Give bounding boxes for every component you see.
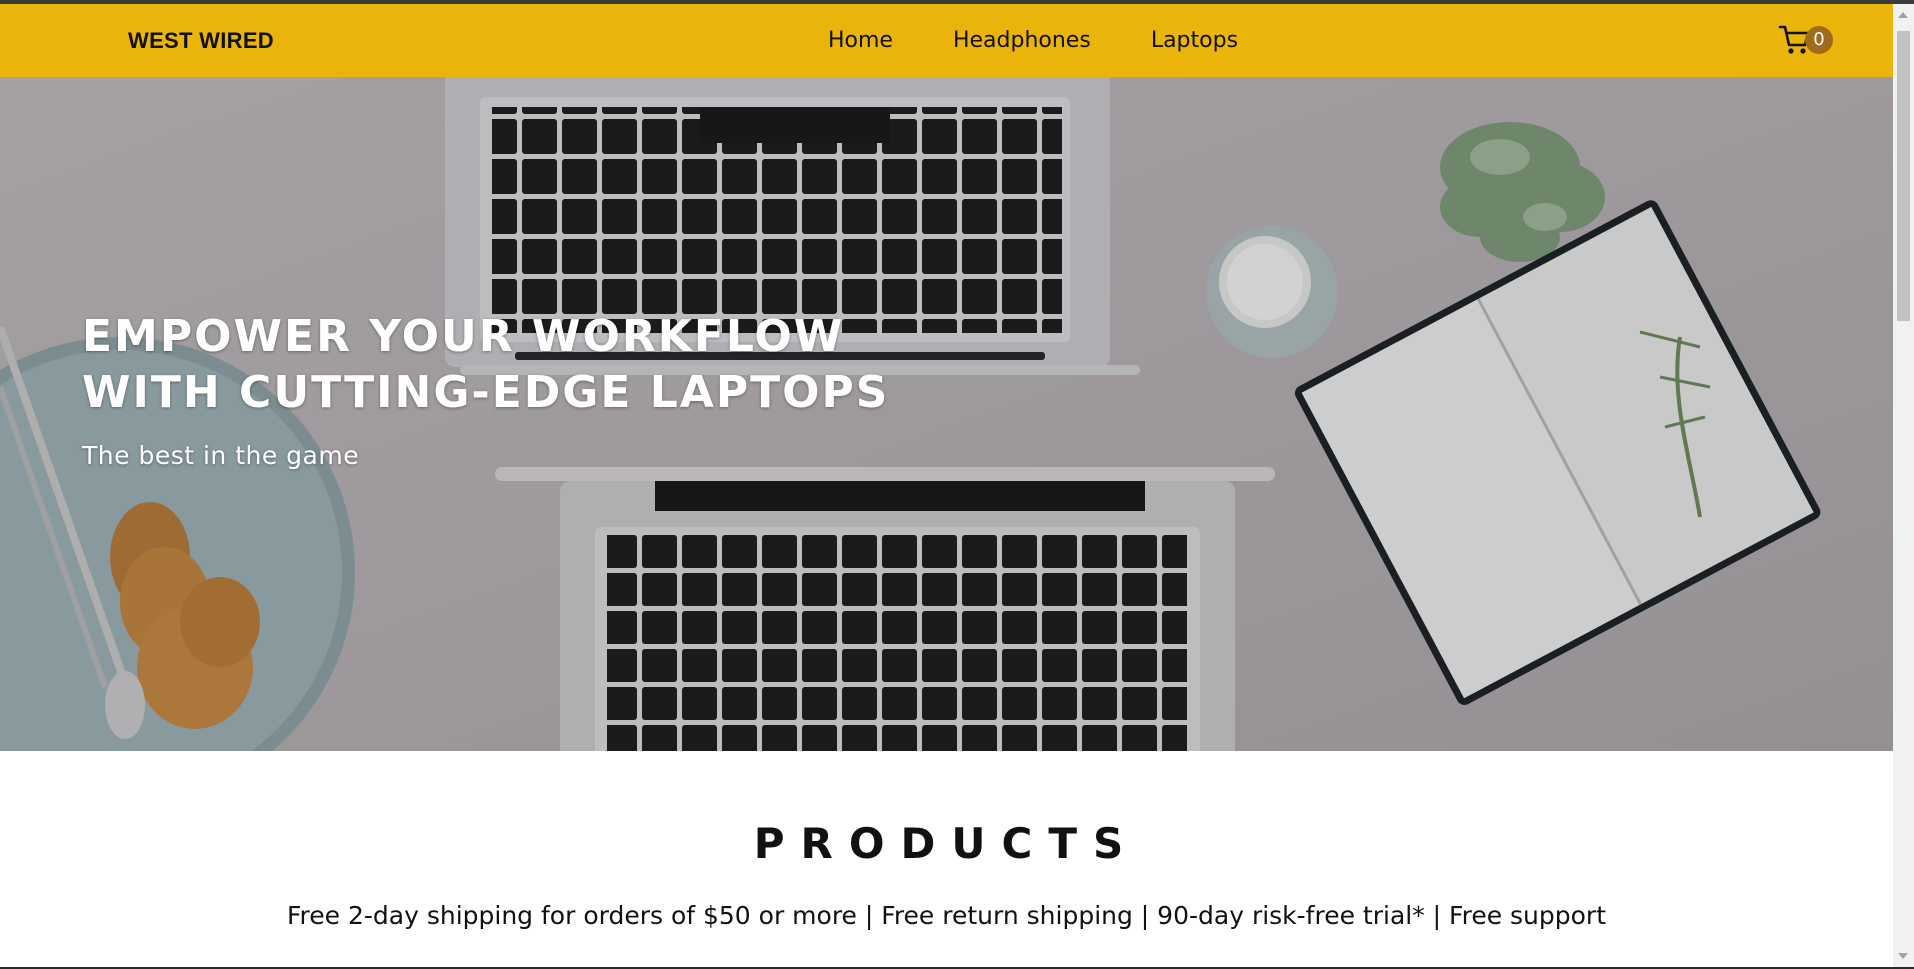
brand-logo[interactable]: WEST WIRED <box>128 28 274 54</box>
hero-title-line-1: EMPOWER YOUR WORKFLOW <box>82 311 845 362</box>
scrollbar-thumb[interactable] <box>1897 31 1910 321</box>
page-scrollbar[interactable] <box>1893 4 1914 967</box>
perks-banner: Free 2-day shipping for orders of $50 or… <box>286 901 1607 930</box>
cart-button[interactable]: 0 <box>1778 22 1834 60</box>
cart-count-badge: 0 <box>1805 26 1833 54</box>
hero-text: EMPOWER YOUR WORKFLOW WITH CUTTING-EDGE … <box>82 309 889 470</box>
hero-title-line-2: WITH CUTTING-EDGE LAPTOPS <box>82 367 890 418</box>
scroll-down-arrow-icon[interactable] <box>1898 953 1908 959</box>
nav-links: Home Headphones Laptops <box>828 28 1298 53</box>
page-viewport: WEST WIRED Home Headphones Laptops 0 EMP… <box>0 4 1893 967</box>
products-heading: PRODUCTS <box>753 819 1140 868</box>
hero-subtitle: The best in the game <box>82 441 360 470</box>
hero-title: EMPOWER YOUR WORKFLOW WITH CUTTING-EDGE … <box>82 309 889 421</box>
nav-link-headphones[interactable]: Headphones <box>953 28 1091 53</box>
scroll-up-arrow-icon[interactable] <box>1898 12 1908 18</box>
hero-banner: EMPOWER YOUR WORKFLOW WITH CUTTING-EDGE … <box>0 77 1893 751</box>
nav-link-laptops[interactable]: Laptops <box>1151 28 1238 53</box>
nav-link-home[interactable]: Home <box>828 28 893 53</box>
navbar: WEST WIRED Home Headphones Laptops 0 <box>0 4 1893 77</box>
products-section: PRODUCTS Free 2-day shipping for orders … <box>0 751 1893 967</box>
